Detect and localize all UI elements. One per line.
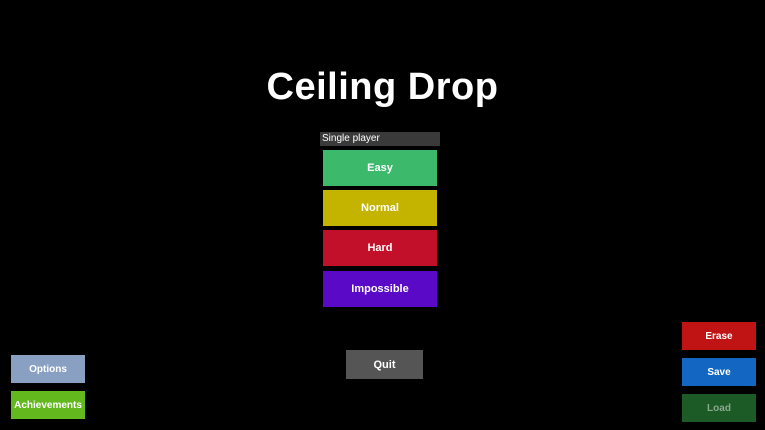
normal-button[interactable]: Normal [323,190,437,226]
hard-button[interactable]: Hard [323,230,437,266]
quit-button[interactable]: Quit [346,350,423,379]
load-button[interactable]: Load [682,394,756,422]
achievements-button[interactable]: Achievements [11,391,85,419]
game-title: Ceiling Drop [266,66,499,108]
single-player-label: Single player [320,132,440,146]
easy-button[interactable]: Easy [323,150,437,186]
main-menu-screen: Ceiling Drop Single player Easy Normal H… [0,0,765,430]
erase-button[interactable]: Erase [682,322,756,350]
save-button[interactable]: Save [682,358,756,386]
impossible-button[interactable]: Impossible [323,271,437,307]
options-button[interactable]: Options [11,355,85,383]
